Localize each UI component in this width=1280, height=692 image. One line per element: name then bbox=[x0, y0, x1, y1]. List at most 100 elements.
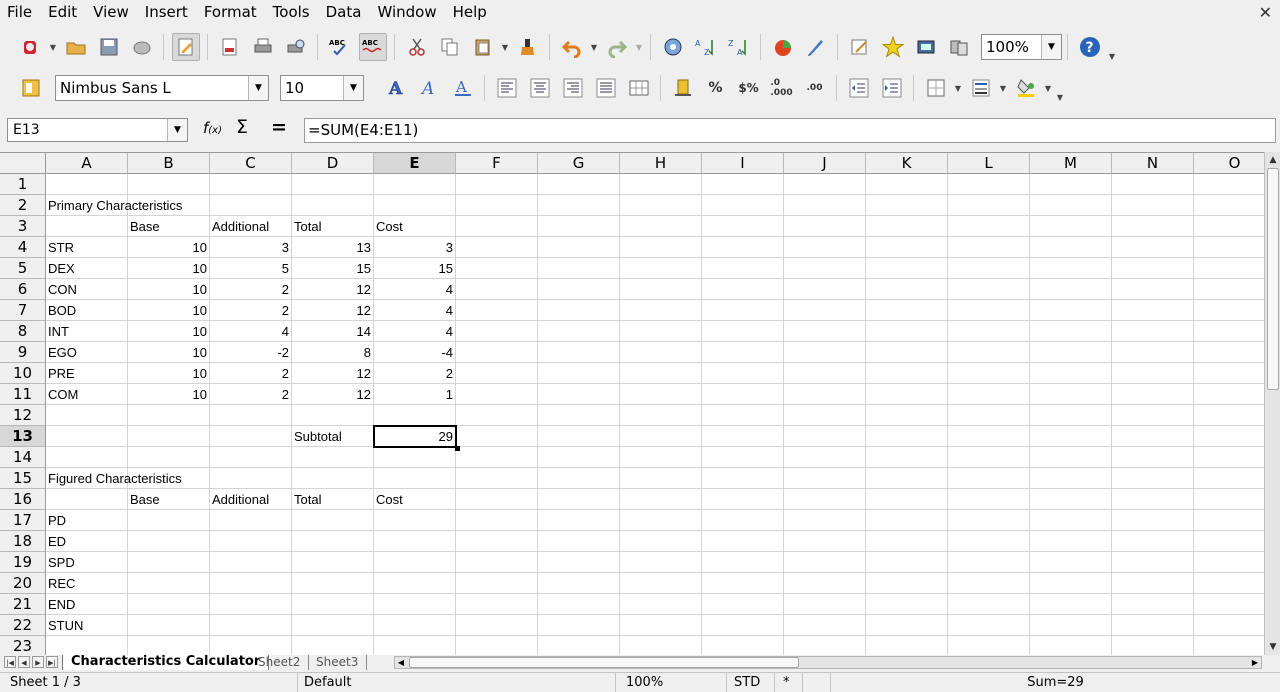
gallery-icon[interactable] bbox=[912, 33, 940, 61]
column-header-d[interactable]: D bbox=[292, 153, 374, 174]
column-header-b[interactable]: B bbox=[128, 153, 210, 174]
delete-decimal-icon[interactable]: .00 bbox=[801, 74, 829, 102]
decrease-indent-icon[interactable] bbox=[845, 74, 873, 102]
navigator-icon[interactable] bbox=[879, 33, 907, 61]
cell-c4[interactable]: 3 bbox=[210, 237, 292, 258]
cell-b6[interactable]: 10 bbox=[128, 279, 210, 300]
styles-formatting-icon[interactable] bbox=[17, 74, 45, 102]
cell-header-additional-row16[interactable]: Additional bbox=[210, 489, 292, 510]
cell-header-base-row16[interactable]: Base bbox=[128, 489, 210, 510]
cell-b9[interactable]: 10 bbox=[128, 342, 210, 363]
cell-area[interactable]: Primary Characteristics Base Additional Tot… bbox=[46, 174, 1264, 655]
cell-c5[interactable]: 5 bbox=[210, 258, 292, 279]
data-sources-icon[interactable] bbox=[945, 33, 973, 61]
menu-help[interactable]: Help bbox=[446, 0, 496, 25]
borders-dropdown-icon[interactable]: ▼ bbox=[952, 84, 964, 93]
cell-header-base-row3[interactable]: Base bbox=[128, 216, 210, 237]
menu-tools[interactable]: Tools bbox=[266, 0, 319, 25]
save-icon[interactable] bbox=[95, 33, 123, 61]
cell-c6[interactable]: 2 bbox=[210, 279, 292, 300]
chevron-down-icon[interactable]: ▼ bbox=[343, 76, 363, 100]
cell-d9[interactable]: 8 bbox=[292, 342, 374, 363]
tab-characteristics-calculator[interactable]: Characteristics Calculator bbox=[62, 655, 270, 670]
cell-a2[interactable]: Primary Characteristics bbox=[46, 195, 210, 216]
row-header-20[interactable]: 20 bbox=[0, 573, 46, 594]
cell-a10[interactable]: PRE bbox=[46, 363, 128, 384]
column-header-e[interactable]: E bbox=[374, 153, 456, 174]
print-preview-icon[interactable] bbox=[282, 33, 310, 61]
cell-a11[interactable]: COM bbox=[46, 384, 128, 405]
column-header-n[interactable]: N bbox=[1112, 153, 1194, 174]
menu-window[interactable]: Window bbox=[370, 0, 445, 25]
cell-d6[interactable]: 12 bbox=[292, 279, 374, 300]
copy-icon[interactable] bbox=[436, 33, 464, 61]
export-pdf-icon[interactable] bbox=[216, 33, 244, 61]
cell-header-cost-row3[interactable]: Cost bbox=[374, 216, 456, 237]
row-header-15[interactable]: 15 bbox=[0, 468, 46, 489]
function-wizard-icon[interactable]: f(x) bbox=[203, 119, 222, 137]
row-header-11[interactable]: 11 bbox=[0, 384, 46, 405]
column-header-a[interactable]: A bbox=[46, 153, 128, 174]
scroll-up-icon[interactable]: ▲ bbox=[1267, 154, 1279, 166]
cell-e11[interactable]: 1 bbox=[374, 384, 456, 405]
print-icon[interactable] bbox=[249, 33, 277, 61]
row-header-22[interactable]: 22 bbox=[0, 615, 46, 636]
cell-header-cost-row16[interactable]: Cost bbox=[374, 489, 456, 510]
status-zoom[interactable]: 100% bbox=[615, 673, 720, 692]
chevron-down-icon[interactable]: ▼ bbox=[167, 119, 187, 141]
chevron-down-icon[interactable]: ▼ bbox=[1041, 35, 1061, 59]
row-header-18[interactable]: 18 bbox=[0, 531, 46, 552]
first-sheet-icon[interactable]: |◀ bbox=[4, 656, 16, 668]
cell-e8[interactable]: 4 bbox=[374, 321, 456, 342]
column-header-k[interactable]: K bbox=[866, 153, 948, 174]
row-header-9[interactable]: 9 bbox=[0, 342, 46, 363]
menu-format[interactable]: Format bbox=[197, 0, 266, 25]
cell-c9[interactable]: -2 bbox=[210, 342, 292, 363]
cell-e4[interactable]: 3 bbox=[374, 237, 456, 258]
chevron-down-icon[interactable]: ▼ bbox=[248, 76, 268, 100]
new-dropdown-icon[interactable]: ▼ bbox=[47, 43, 59, 52]
cell-b10[interactable]: 10 bbox=[128, 363, 210, 384]
increase-indent-icon[interactable] bbox=[878, 74, 906, 102]
row-header-19[interactable]: 19 bbox=[0, 552, 46, 573]
cell-a7[interactable]: BOD bbox=[46, 300, 128, 321]
cell-a4[interactable]: STR bbox=[46, 237, 128, 258]
cell-b7[interactable]: 10 bbox=[128, 300, 210, 321]
zoom-combo[interactable]: 100% ▼ bbox=[981, 34, 1062, 60]
row-header-1[interactable]: 1 bbox=[0, 174, 46, 195]
cell-a22[interactable]: STUN bbox=[46, 615, 128, 636]
italic-icon[interactable]: A bbox=[416, 74, 444, 102]
row-header-12[interactable]: 12 bbox=[0, 405, 46, 426]
cell-a18[interactable]: ED bbox=[46, 531, 128, 552]
percent-format-icon[interactable]: % bbox=[702, 74, 730, 102]
cell-a17[interactable]: PD bbox=[46, 510, 128, 531]
column-header-m[interactable]: M bbox=[1030, 153, 1112, 174]
cell-d7[interactable]: 12 bbox=[292, 300, 374, 321]
cell-d13[interactable]: Subtotal bbox=[292, 426, 374, 447]
row-header-21[interactable]: 21 bbox=[0, 594, 46, 615]
font-size-combo[interactable]: 10 ▼ bbox=[280, 75, 364, 101]
currency-format-icon[interactable] bbox=[669, 74, 697, 102]
horizontal-scroll-thumb[interactable] bbox=[409, 657, 799, 668]
number-format-icon[interactable]: .0.000 bbox=[768, 74, 796, 102]
help-icon[interactable]: ? bbox=[1076, 33, 1104, 61]
new-document-icon[interactable] bbox=[17, 33, 45, 61]
row-header-5[interactable]: 5 bbox=[0, 258, 46, 279]
autospellcheck-icon[interactable]: ABC bbox=[358, 33, 387, 61]
underline-icon[interactable]: A bbox=[449, 74, 477, 102]
cell-a8[interactable]: INT bbox=[46, 321, 128, 342]
column-header-o[interactable]: O bbox=[1194, 153, 1264, 174]
cell-d4[interactable]: 13 bbox=[292, 237, 374, 258]
cell-c7[interactable]: 2 bbox=[210, 300, 292, 321]
cut-icon[interactable] bbox=[403, 33, 431, 61]
cell-e6[interactable]: 4 bbox=[374, 279, 456, 300]
cell-e9[interactable]: -4 bbox=[374, 342, 456, 363]
row-header-4[interactable]: 4 bbox=[0, 237, 46, 258]
cell-d8[interactable]: 14 bbox=[292, 321, 374, 342]
formula-input[interactable]: =SUM(E4:E11) bbox=[304, 118, 1276, 143]
menu-view[interactable]: View bbox=[86, 0, 138, 25]
spreadsheet-grid[interactable]: ABCDEFGHIJKLMNO 1 2 3 4 5 6 7 8 9 10 11 12 13 14 15 16 1… bbox=[0, 152, 1264, 655]
cell-a20[interactable]: REC bbox=[46, 573, 128, 594]
show-draw-functions-icon[interactable] bbox=[802, 33, 830, 61]
spellcheck-icon[interactable]: ABC bbox=[326, 33, 354, 61]
